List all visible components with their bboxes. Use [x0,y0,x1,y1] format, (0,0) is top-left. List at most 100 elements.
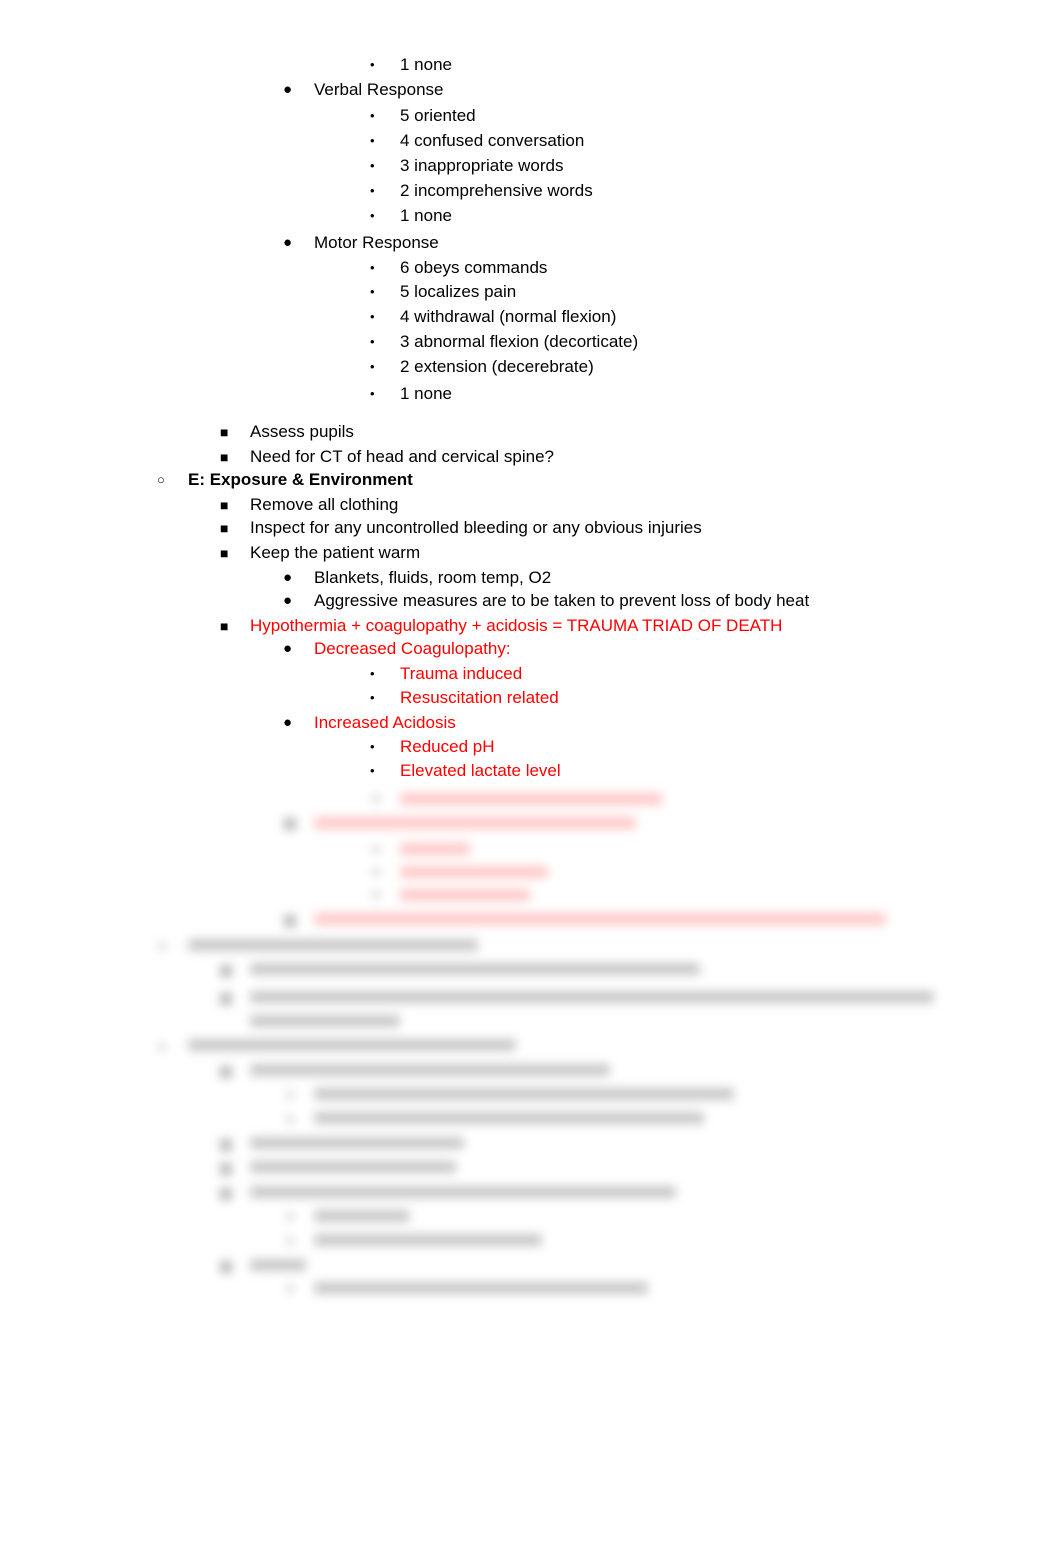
blurred-line [314,1282,648,1294]
blurred-bullet [158,1043,166,1051]
blurred-bullet [158,942,166,950]
small-bullet-icon: • [370,386,375,401]
blurred-line [314,913,886,925]
small-bullet-icon: • [370,763,375,778]
list-item-text: 3 inappropriate words [400,156,564,175]
square-bullet-icon: ■ [220,424,229,440]
blurred-bullet [286,1285,294,1293]
square-bullet-icon: ■ [220,545,229,561]
round-bullet-icon: ● [283,640,293,657]
list-item-text: 2 incomprehensive words [400,181,593,200]
blurred-line [400,843,470,855]
blurred-line [400,866,548,878]
small-bullet-icon: • [370,739,375,754]
list-item-text: Remove all clothing [250,495,399,514]
square-bullet-icon: ■ [220,618,229,634]
blurred-bullet [372,795,380,803]
list-item-text: Resuscitation related [400,688,559,707]
list-item-text: Decreased Coagulopathy: [314,639,511,658]
list-item-text: Trauma induced [400,664,523,683]
list-item-text: Hypothermia + coagulopathy + acidosis = … [250,616,783,635]
round-bullet-icon: ● [283,592,293,609]
list-item-text: 5 localizes pain [400,282,517,301]
blurred-line [188,1039,516,1051]
round-bullet-icon: ● [283,714,293,731]
round-bullet-icon: ● [283,81,293,98]
list-item-text: Inspect for any uncontrolled bleeding or… [250,518,702,537]
square-bullet-icon: ■ [220,449,229,465]
small-bullet-icon: • [370,666,375,681]
small-bullet-icon: • [370,309,375,324]
small-bullet-icon: • [370,284,375,299]
section-heading: E: Exposure & Environment [188,470,413,489]
list-item-text: 4 withdrawal (normal flexion) [400,307,617,326]
blurred-bullet [284,915,296,927]
small-bullet-icon: • [370,183,375,198]
list-item-text: 2 extension (decerebrate) [400,357,594,376]
blurred-bullet [220,1066,232,1078]
blurred-line [188,939,478,951]
list-item-text: 1 none [400,384,452,403]
blurred-bullet [220,1139,232,1151]
list-item-text: 3 abnormal flexion (decorticate) [400,332,639,351]
list-item-text: 6 obeys commands [400,258,548,277]
blurred-bullet [372,868,380,876]
list-item-text: Need for CT of head and cervical spine? [250,447,554,466]
small-bullet-icon: • [370,260,375,275]
small-bullet-icon: • [370,208,375,223]
square-bullet-icon: ■ [220,520,229,536]
hollow-circle-bullet-icon: ○ [157,472,165,487]
blurred-line [250,1186,676,1198]
blurred-bullet [286,1237,294,1245]
list-item-text: Increased Acidosis [314,713,456,732]
round-bullet-icon: ● [283,234,293,251]
list-item-text: 1 none [400,55,452,74]
small-bullet-icon: • [370,690,375,705]
list-item-text: Blankets, fluids, room temp, O2 [314,568,552,587]
blurred-bullet [220,993,232,1005]
blurred-line [314,1210,410,1222]
list-item-text: 5 oriented [400,106,476,125]
blurred-line [314,1234,542,1246]
blurred-line [250,1259,306,1271]
round-bullet-icon: ● [283,569,293,586]
blurred-bullet [220,965,232,977]
list-item-text: Verbal Response [314,80,444,99]
blurred-line [400,889,530,901]
small-bullet-icon: • [370,133,375,148]
list-item-text: Assess pupils [250,422,354,441]
list-item-text: Keep the patient warm [250,543,421,562]
blurred-line [250,1137,464,1149]
blurred-line [250,963,700,975]
blurred-bullet [286,1115,294,1123]
blurred-bullet [284,818,296,830]
list-item-text: Motor Response [314,233,439,252]
blurred-line [314,817,636,829]
blurred-line [250,991,934,1003]
square-bullet-icon: ■ [220,497,229,513]
blurred-line [250,1161,456,1173]
blurred-bullet [220,1188,232,1200]
small-bullet-icon: • [370,158,375,173]
list-item-text: 1 none [400,206,452,225]
blurred-bullet [372,845,380,853]
blurred-bullet [286,1213,294,1221]
blurred-line [250,1015,400,1027]
list-item-text: 4 confused conversation [400,131,585,150]
small-bullet-icon: • [370,334,375,349]
blurred-line [314,1112,704,1124]
list-item-text: Aggressive measures are to be taken to p… [314,591,810,610]
small-bullet-icon: • [370,359,375,374]
list-item-text: Reduced pH [400,737,495,756]
blurred-line [400,793,662,805]
blurred-bullet [372,891,380,899]
blurred-line [250,1064,610,1076]
blurred-bullet [220,1163,232,1175]
blurred-bullet [220,1261,232,1273]
list-item-text: Elevated lactate level [400,761,561,780]
small-bullet-icon: • [370,108,375,123]
blurred-content-region [0,785,1062,1315]
small-bullet-icon: • [370,57,375,72]
blurred-bullet [286,1091,294,1099]
blurred-line [314,1088,734,1100]
